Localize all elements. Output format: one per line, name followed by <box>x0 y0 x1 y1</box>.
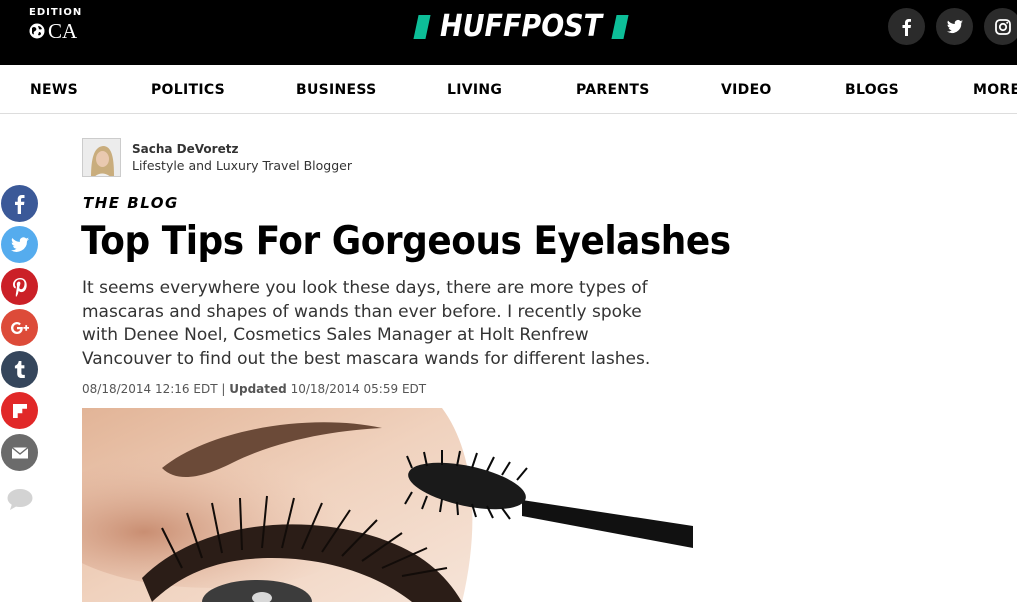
nav-item-blogs[interactable]: BLOGS <box>845 82 899 98</box>
twitter-icon <box>946 19 963 33</box>
updated-timestamp: 10/18/2014 05:59 EDT <box>290 382 427 396</box>
published-timestamp: 08/18/2014 12:16 EDT <box>82 382 218 396</box>
nav-item-business[interactable]: BUSINESS <box>296 82 377 98</box>
author-name[interactable]: Sacha DeVoretz <box>132 142 238 156</box>
logo-bar-right <box>611 14 629 39</box>
nav-item-parents[interactable]: PARENTS <box>576 82 650 98</box>
dateline-separator: | <box>221 382 226 396</box>
author-photo <box>83 139 120 176</box>
tumblr-icon <box>14 360 25 378</box>
comments-button[interactable] <box>6 488 34 510</box>
logo-text: HUFFPOST <box>440 9 603 44</box>
nav-item-living[interactable]: LIVING <box>447 82 502 98</box>
facebook-link[interactable] <box>888 8 925 45</box>
nav-item-news[interactable]: NEWS <box>30 82 78 98</box>
google-plus-icon <box>10 321 29 334</box>
facebook-icon <box>902 18 911 36</box>
flipboard-icon <box>12 403 27 418</box>
eyelash-mascara-photo <box>82 408 693 602</box>
edition-code: CA <box>48 19 78 43</box>
article-headline: Top Tips For Gorgeous Eyelashes <box>81 219 731 264</box>
email-share-button[interactable] <box>1 434 38 471</box>
nav-item-video[interactable]: VIDEO <box>721 82 772 98</box>
facebook-share-button[interactable] <box>1 185 38 222</box>
pinterest-icon <box>12 277 27 297</box>
updated-label: Updated <box>229 382 287 396</box>
instagram-link[interactable] <box>984 8 1017 45</box>
nav-item-more[interactable]: MORE <box>973 82 1017 98</box>
comment-bubble-icon <box>7 489 33 510</box>
twitter-icon <box>10 236 29 252</box>
twitter-share-button[interactable] <box>1 226 38 263</box>
huffpost-logo[interactable]: HUFFPOST <box>413 9 629 44</box>
edition-label: EDITION <box>29 7 83 18</box>
googleplus-share-button[interactable] <box>1 309 38 346</box>
section-label[interactable]: THE BLOG <box>83 194 179 212</box>
author-avatar[interactable] <box>82 138 121 177</box>
twitter-link[interactable] <box>936 8 973 45</box>
edition-selector[interactable]: EDITION CA <box>29 7 82 42</box>
nav-item-politics[interactable]: POLITICS <box>151 82 225 98</box>
instagram-icon <box>994 18 1011 35</box>
top-bar: EDITION CA HUFFPOST <box>0 0 1017 65</box>
pinterest-share-button[interactable] <box>1 268 38 305</box>
hero-image[interactable] <box>82 408 693 602</box>
facebook-icon <box>14 194 24 214</box>
article-dek: It seems everywhere you look these days,… <box>82 278 651 369</box>
author-role: Lifestyle and Luxury Travel Blogger <box>132 158 352 173</box>
tumblr-share-button[interactable] <box>1 351 38 388</box>
logo-bar-left <box>413 14 431 39</box>
main-nav: NEWS POLITICS BUSINESS LIVING PARENTS VI… <box>0 65 1017 114</box>
flipboard-share-button[interactable] <box>1 392 38 429</box>
globe-icon <box>29 23 45 39</box>
social-links <box>888 8 1017 45</box>
article-dateline: 08/18/2014 12:16 EDT | Updated 10/18/201… <box>82 382 426 396</box>
email-icon <box>11 446 28 458</box>
